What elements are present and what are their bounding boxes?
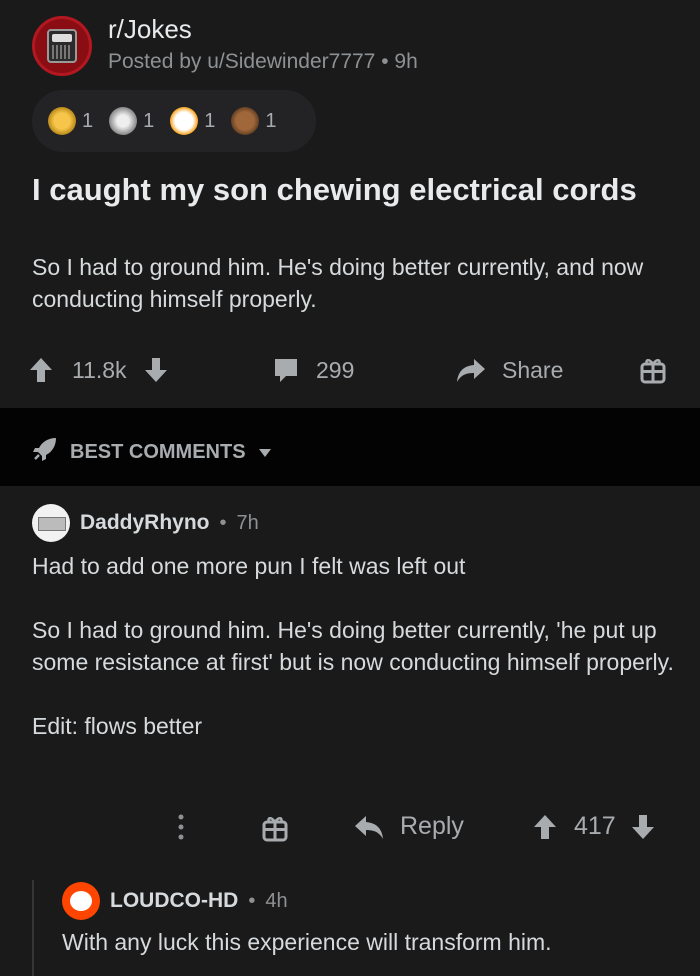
award-count: 1	[265, 109, 277, 132]
awards-bar[interactable]: 1 1 1 1	[32, 90, 316, 152]
comment-body: Had to add one more pun I felt was left …	[32, 550, 682, 742]
post-age: 9h	[394, 50, 418, 73]
reply-label: Reply	[400, 812, 464, 840]
sort-dropdown[interactable]: BEST COMMENTS	[32, 436, 272, 468]
post-title: I caught my son chewing electrical cords	[32, 172, 637, 207]
comment-age-separator: •	[248, 889, 256, 912]
comment-paragraph: So I had to ground him. He's doing bette…	[32, 617, 674, 675]
sort-label: BEST COMMENTS	[70, 440, 246, 463]
reply-button[interactable]: Reply	[354, 812, 464, 841]
award-item: 1	[170, 107, 215, 135]
gift-icon	[640, 356, 666, 384]
thread-line[interactable]	[32, 880, 34, 976]
post-score: 11.8k	[72, 356, 127, 383]
avatar[interactable]	[62, 882, 100, 920]
rocket-icon	[32, 436, 58, 468]
nested-comment: LOUDCO-HD • 4h With any luck this experi…	[62, 882, 682, 958]
award-item: 1	[48, 107, 93, 135]
comment-age-separator: •	[219, 511, 227, 534]
meta-separator: •	[381, 50, 395, 73]
share-label: Share	[502, 356, 564, 383]
award-count: 1	[143, 109, 155, 132]
award-item: 1	[109, 107, 154, 135]
comment-count: 299	[316, 356, 355, 383]
post-action-bar: 11.8k 299 Share	[0, 340, 700, 402]
comment-paragraph: With any luck this experience will trans…	[62, 929, 552, 955]
award-count: 1	[82, 109, 94, 132]
posted-by-user[interactable]: Posted by u/Sidewinder7777	[108, 50, 375, 73]
bear-award-icon	[231, 107, 260, 135]
award-count: 1	[204, 109, 216, 132]
share-arrow-icon	[456, 356, 486, 384]
post-body: So I had to ground him. He's doing bette…	[32, 254, 644, 312]
vertical-dots-icon	[174, 812, 188, 842]
comment-age: 4h	[265, 889, 288, 912]
gold-award-icon	[48, 107, 76, 135]
comment: DaddyRhyno • 7h Had to add one more pun …	[32, 504, 682, 774]
comment-body: With any luck this experience will trans…	[62, 926, 682, 958]
comments-button[interactable]: 299	[272, 356, 354, 384]
comment-author[interactable]: LOUDCO-HD	[110, 889, 238, 913]
upvote-icon[interactable]	[28, 356, 54, 384]
comment-age: 7h	[236, 511, 259, 534]
comment-paragraph: Had to add one more pun I felt was left …	[32, 553, 466, 579]
wholesome-face-award-icon	[170, 107, 199, 135]
upvote-icon[interactable]	[532, 813, 558, 841]
more-options-button[interactable]	[174, 812, 188, 842]
subreddit-name[interactable]: r/Jokes	[108, 14, 192, 45]
subreddit-avatar[interactable]	[32, 16, 92, 76]
caret-down-icon	[258, 441, 272, 464]
post-header: r/Jokes Posted by u/Sidewinder7777 • 9h	[0, 0, 700, 90]
comment-score: 417	[574, 812, 616, 840]
reply-arrow-icon	[354, 813, 384, 841]
avatar[interactable]	[32, 504, 70, 542]
comment-header: DaddyRhyno • 7h	[32, 504, 682, 542]
gift-icon	[262, 814, 288, 842]
give-award-button[interactable]	[262, 814, 288, 842]
downvote-icon[interactable]	[143, 356, 169, 384]
comment-bubble-icon	[272, 356, 300, 384]
share-button[interactable]: Share	[456, 356, 563, 384]
comment-action-bar: Reply 417	[0, 808, 700, 852]
give-award-button[interactable]	[640, 356, 666, 384]
downvote-icon[interactable]	[630, 813, 656, 841]
comment-vote-group: 417	[532, 812, 656, 841]
comment-author[interactable]: DaddyRhyno	[80, 511, 210, 535]
post-meta: Posted by u/Sidewinder7777 • 9h	[108, 50, 418, 74]
vote-group: 11.8k	[28, 356, 169, 384]
clap-award-icon	[109, 107, 138, 135]
comment-header: LOUDCO-HD • 4h	[62, 882, 682, 920]
comment-paragraph: Edit: flows better	[32, 713, 203, 739]
award-item: 1	[231, 107, 277, 135]
